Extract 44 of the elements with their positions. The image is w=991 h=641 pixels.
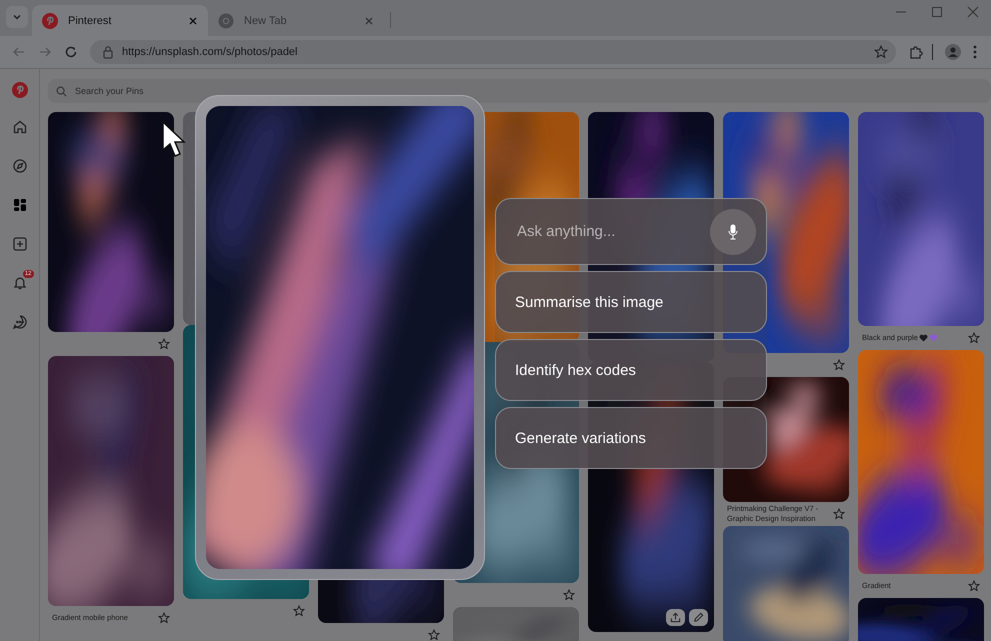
star-icon[interactable] xyxy=(833,359,845,371)
profile-icon[interactable] xyxy=(945,44,961,60)
microphone-button[interactable] xyxy=(710,208,756,254)
lock-icon xyxy=(102,45,114,59)
bell-icon xyxy=(12,275,28,291)
suggestion-button[interactable]: Generate variations xyxy=(495,407,767,469)
close-icon[interactable] xyxy=(188,16,198,26)
search-field[interactable]: Search your Pins xyxy=(73,85,277,97)
tab-search-button[interactable] xyxy=(6,6,28,28)
star-icon[interactable] xyxy=(293,605,305,617)
search-icon xyxy=(56,86,67,96)
address-bar[interactable]: https://unsplash.com/s/photos/padel xyxy=(90,40,896,64)
star-icon[interactable] xyxy=(563,589,575,601)
share-button[interactable] xyxy=(666,609,685,626)
star-icon[interactable] xyxy=(833,508,845,520)
grid-icon xyxy=(12,197,28,213)
star-icon[interactable] xyxy=(968,332,980,344)
pin-logo-icon xyxy=(42,12,58,28)
plus-square-icon xyxy=(12,236,28,252)
upload-icon xyxy=(670,612,681,623)
suggestion-button[interactable]: Summarise this image xyxy=(495,271,767,333)
pencil-icon xyxy=(693,612,704,623)
chevron-down-icon xyxy=(12,12,22,22)
close-icon[interactable] xyxy=(967,6,979,18)
compass-icon xyxy=(12,158,28,174)
microphone-icon xyxy=(728,224,738,240)
pin-logo-icon[interactable] xyxy=(12,82,28,98)
ask-field[interactable]: Ask anything... xyxy=(515,222,710,241)
star-icon[interactable] xyxy=(158,338,170,350)
reload-icon[interactable] xyxy=(64,45,78,59)
cursor-icon xyxy=(161,120,187,160)
edit-button[interactable] xyxy=(689,609,708,626)
puzzle-icon[interactable] xyxy=(908,44,924,60)
browser-logo-icon xyxy=(218,12,234,28)
star-icon[interactable] xyxy=(428,629,440,641)
browser-tab[interactable]: Pinterest xyxy=(32,5,208,36)
close-icon[interactable] xyxy=(364,16,374,26)
home-icon xyxy=(12,119,28,135)
star-icon[interactable] xyxy=(968,580,980,592)
bookmark-star-icon[interactable] xyxy=(874,45,888,59)
suggestion-button[interactable]: Identify hex codes xyxy=(495,339,767,401)
maximize-icon[interactable] xyxy=(931,6,943,18)
star-icon[interactable] xyxy=(158,612,170,624)
menu-icon[interactable] xyxy=(973,45,977,59)
